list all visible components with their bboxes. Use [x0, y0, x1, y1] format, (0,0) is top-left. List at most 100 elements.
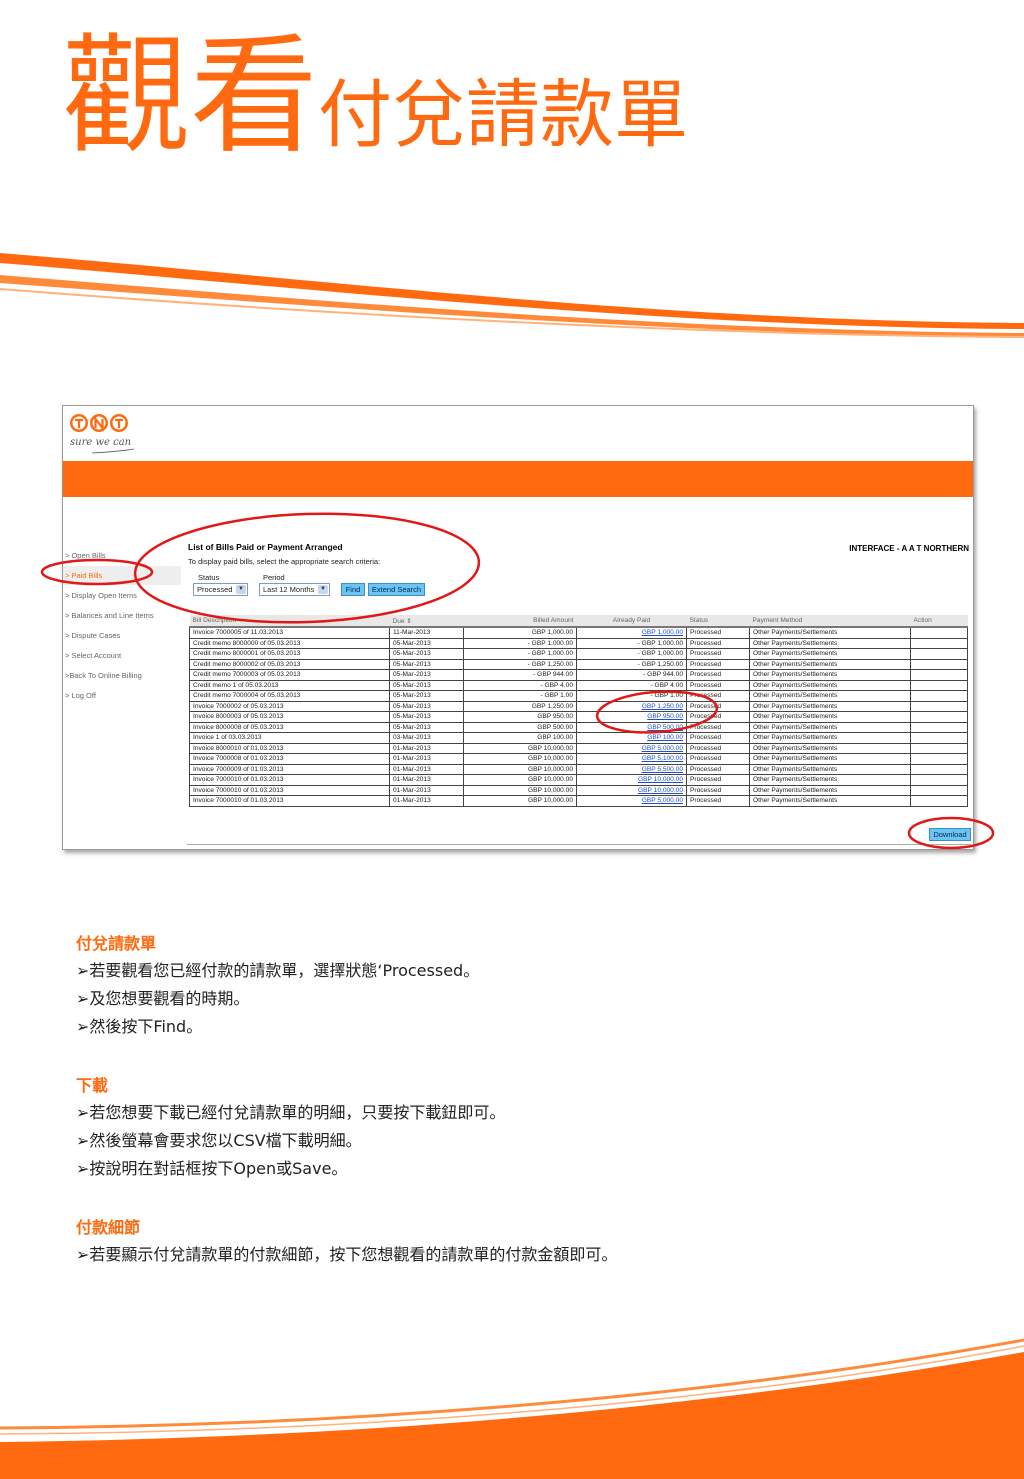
cell-billed-amount: GBP 950.00: [463, 711, 577, 723]
cell-billed-amount: GBP 10,000.00: [463, 795, 577, 807]
sidebar-item-open-bills[interactable]: > Open Bills: [63, 546, 181, 566]
cell-payment-method: Other Payments/Settlements: [749, 732, 911, 744]
cell-already-paid: GBP 10,000.00: [576, 784, 687, 796]
cell-bill-description: Invoice 8000003 of 05.03.2013: [189, 711, 390, 723]
tnt-logo: sure we can: [68, 411, 138, 461]
already-paid-link[interactable]: GBP 100.00: [647, 734, 683, 741]
cell-due: 03-Mar-2013: [389, 732, 464, 744]
cell-payment-method: Other Payments/Settlements: [749, 795, 911, 807]
cell-status: Processed: [686, 690, 750, 702]
cell-bill-description: Credit memo 7000004 of 05.03.2013: [189, 690, 390, 702]
cell-billed-amount: GBP 1,250.00: [463, 700, 577, 712]
title-small: 付兌請款單: [318, 72, 689, 158]
cell-payment-method: Other Payments/Settlements: [749, 711, 911, 723]
section-payment-details: 付款細節 ➢若要顯示付兌請款單的付款細節，按下您想觀看的請款單的付款金額即可。: [76, 1215, 617, 1269]
cell-already-paid: - GBP 1.00: [576, 690, 687, 702]
cell-action: [910, 753, 968, 765]
already-paid-link[interactable]: GBP 500.00: [647, 724, 683, 731]
col-header-already-paid[interactable]: Already Paid: [576, 615, 687, 628]
cell-already-paid: GBP 5,100.00: [576, 753, 687, 765]
section-line: ➢若要觀看您已經付款的請款單，選擇狀態‘Processed。: [76, 961, 480, 980]
table-row: Credit memo 8000002 of 05.03.2013 05-Mar-…: [189, 658, 968, 670]
cell-bill-description: Invoice 7000005 of 11.03.2013: [189, 626, 390, 639]
cell-billed-amount: GBP 500.00: [463, 721, 577, 733]
cell-already-paid: GBP 10,000.00: [576, 774, 687, 786]
cell-action: [910, 774, 968, 786]
cell-billed-amount: GBP 10,000.00: [463, 774, 577, 786]
table-row: Credit memo 8000001 of 05.03.2013 05-Mar-…: [189, 648, 968, 660]
cell-billed-amount: GBP 10,000.00: [463, 742, 577, 754]
sidebar-item-display-open-items[interactable]: > Display Open Items: [63, 586, 181, 606]
cell-due: 05-Mar-2013: [389, 679, 464, 691]
col-header-status[interactable]: Status: [686, 615, 750, 628]
chevron-down-icon: ▼: [236, 585, 246, 594]
section-heading: 付款細節: [76, 1218, 141, 1237]
cell-already-paid: GBP 1,250.00: [576, 700, 687, 712]
cell-status: Processed: [686, 774, 750, 786]
already-paid-link[interactable]: GBP 5,000.00: [642, 797, 683, 804]
cell-billed-amount: GBP 10,000.00: [463, 763, 577, 775]
sidebar-item-select-account[interactable]: > Select Account: [63, 646, 181, 666]
title-big: 觀看: [62, 22, 319, 171]
cell-already-paid: - GBP 1,000.00: [576, 648, 687, 660]
interface-label: INTERFACE - A A T NORTHERN: [849, 544, 969, 553]
cell-status: Processed: [686, 637, 750, 649]
extend-search-button[interactable]: Extend Search: [368, 583, 425, 596]
sidebar-item-balances[interactable]: > Balances and Line Items: [63, 606, 181, 626]
table-row: Invoice 8000010 of 01.03.2013 01-Mar-2013…: [189, 742, 968, 754]
cell-already-paid: GBP 5,000.00: [576, 795, 687, 807]
cell-due: 01-Mar-2013: [389, 795, 464, 807]
cell-action: [910, 763, 968, 775]
header-bar: [63, 461, 973, 497]
table-row: Invoice 7000009 of 01.03.2013 01-Mar-2013…: [189, 763, 968, 775]
cell-status: Processed: [686, 626, 750, 639]
status-select[interactable]: Processed ▼: [193, 583, 248, 596]
cell-already-paid: GBP 100.00: [576, 732, 687, 744]
section-line: ➢然後按下Find。: [76, 1017, 203, 1036]
col-header-billed-amount[interactable]: Billed Amount: [463, 615, 577, 628]
sidebar-item-paid-bills[interactable]: > Paid Bills: [63, 566, 181, 586]
col-header-payment-method[interactable]: Payment Method: [749, 615, 911, 628]
sidebar-item-log-off[interactable]: > Log Off: [63, 686, 181, 706]
cell-bill-description: Credit memo 1 of 05.03.2013: [189, 679, 390, 691]
already-paid-link[interactable]: GBP 1,000.00: [642, 629, 683, 636]
page-title: 觀看付兌請款單: [62, 22, 688, 172]
cell-action: [910, 669, 968, 681]
cell-payment-method: Other Payments/Settlements: [749, 784, 911, 796]
already-paid-link[interactable]: GBP 1,250.00: [642, 703, 683, 710]
cell-bill-description: Credit memo 8000001 of 05.03.2013: [189, 648, 390, 660]
already-paid-link[interactable]: GBP 10,000.00: [638, 787, 683, 794]
col-header-action: Action: [910, 615, 968, 628]
cell-action: [910, 711, 968, 723]
period-select[interactable]: Last 12 Months ▼: [259, 583, 330, 596]
cell-bill-description: Invoice 1 of 03.03.2013: [189, 732, 390, 744]
already-paid-link[interactable]: GBP 5,100.00: [642, 755, 683, 762]
table-row: Invoice 7000010 of 01.03.2013 01-Mar-2013…: [189, 774, 968, 786]
already-paid-link[interactable]: GBP 5,000.00: [642, 745, 683, 752]
cell-status: Processed: [686, 679, 750, 691]
cell-action: [910, 721, 968, 733]
table-row: Invoice 7000010 of 01.03.2013 01-Mar-2013…: [189, 784, 968, 796]
cell-payment-method: Other Payments/Settlements: [749, 721, 911, 733]
table-row: Invoice 7000005 of 11.03.2013 11-Mar-2013…: [189, 626, 968, 639]
table-row: Credit memo 8000000 of 05.03.2013 05-Mar-…: [189, 637, 968, 649]
cell-action: [910, 690, 968, 702]
col-header-bill-description[interactable]: Bill Description: [189, 615, 390, 628]
section-line: ➢然後螢幕會要求您以CSV檔下載明細。: [76, 1131, 362, 1150]
already-paid-link[interactable]: GBP 950.00: [647, 713, 683, 720]
cell-billed-amount: - GBP 1,250.00: [463, 658, 577, 670]
cell-action: [910, 795, 968, 807]
bills-title: List of Bills Paid or Payment Arranged: [188, 542, 343, 552]
cell-due: 05-Mar-2013: [389, 669, 464, 681]
already-paid-link[interactable]: GBP 5,500.00: [642, 766, 683, 773]
cell-bill-description: Invoice 7000010 of 01.03.2013: [189, 784, 390, 796]
cell-bill-description: Invoice 7000010 of 01.03.2013: [189, 774, 390, 786]
cell-payment-method: Other Payments/Settlements: [749, 648, 911, 660]
find-button[interactable]: Find: [341, 583, 365, 596]
sidebar-item-back-online-billing[interactable]: >Back To Online Billing: [63, 666, 181, 686]
sidebar-item-dispute-cases[interactable]: > Dispute Cases: [63, 626, 181, 646]
cell-payment-method: Other Payments/Settlements: [749, 753, 911, 765]
already-paid-link[interactable]: GBP 10,000.00: [638, 776, 683, 783]
download-button[interactable]: Download: [929, 828, 971, 841]
col-header-due[interactable]: Due ⇕: [389, 615, 464, 628]
